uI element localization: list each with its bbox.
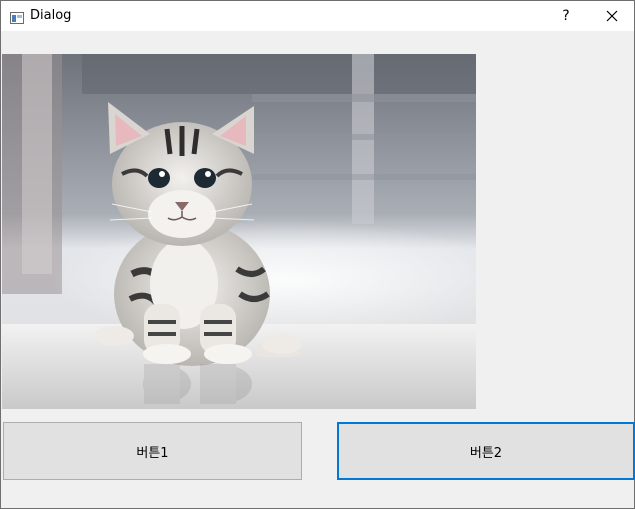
help-button[interactable]: ? — [543, 1, 589, 31]
title-bar[interactable]: Dialog ? — [1, 1, 634, 31]
dialog-window: Dialog ? 버튼1 버튼2 — [0, 0, 635, 509]
close-icon — [606, 10, 617, 22]
button-2[interactable]: 버튼2 — [337, 422, 635, 480]
close-button[interactable] — [589, 1, 634, 31]
kitten-photo — [2, 54, 476, 409]
button-1[interactable]: 버튼1 — [3, 422, 302, 480]
dialog-window-icon — [10, 9, 24, 24]
window-title: Dialog — [30, 8, 72, 23]
